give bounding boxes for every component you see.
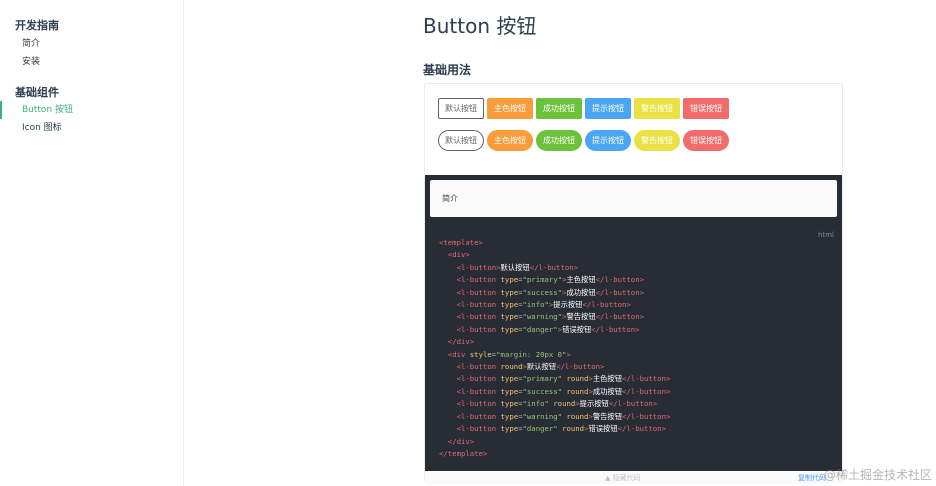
sidebar: 开发指南 简介 安装 基础组件 Button 按钮 Icon 图标 xyxy=(0,0,184,486)
info-round-button[interactable]: 提示按钮 xyxy=(585,130,631,151)
watermark: @稀土掘金技术社区 xyxy=(823,468,932,482)
code-block: 简介 html <template> <div> <l-button>默认按钮<… xyxy=(425,175,842,471)
sidebar-item-install[interactable]: 安装 xyxy=(0,53,183,71)
success-round-button[interactable]: 成功按钮 xyxy=(536,130,582,151)
intro-box: 简介 xyxy=(430,180,837,217)
code-lang-label: html xyxy=(818,231,834,239)
button-row-round: 默认按钮 主色按钮 成功按钮 提示按钮 警告按钮 错误按钮 xyxy=(438,130,729,151)
danger-round-button[interactable]: 错误按钮 xyxy=(683,130,729,151)
copy-code-button[interactable]: 复制代码 xyxy=(798,473,826,483)
default-round-button[interactable]: 默认按钮 xyxy=(438,130,484,151)
sidebar-item-icon[interactable]: Icon 图标 xyxy=(0,119,183,137)
success-button[interactable]: 成功按钮 xyxy=(536,98,582,119)
hide-code-button[interactable]: ▲ 隐藏代码 xyxy=(605,473,641,483)
warning-round-button[interactable]: 警告按钮 xyxy=(634,130,680,151)
page-title: Button 按钮 xyxy=(423,14,537,38)
demo-block: 默认按钮 主色按钮 成功按钮 提示按钮 警告按钮 错误按钮 默认按钮 主色按钮 … xyxy=(424,83,843,484)
danger-button[interactable]: 错误按钮 xyxy=(683,98,729,119)
section-title: 基础用法 xyxy=(423,63,472,77)
info-button[interactable]: 提示按钮 xyxy=(585,98,631,119)
nav-group-basic-components: 基础组件 xyxy=(15,86,59,99)
warning-button[interactable]: 警告按钮 xyxy=(634,98,680,119)
code-snippet: <template> <div> <l-button>默认按钮</l-butto… xyxy=(439,238,671,458)
primary-button[interactable]: 主色按钮 xyxy=(487,98,533,119)
sidebar-item-intro[interactable]: 简介 xyxy=(0,35,183,53)
button-row-plain: 默认按钮 主色按钮 成功按钮 提示按钮 警告按钮 错误按钮 xyxy=(438,98,729,119)
nav-group-dev-guide: 开发指南 xyxy=(15,19,59,32)
primary-round-button[interactable]: 主色按钮 xyxy=(487,130,533,151)
demo-footer: ▲ 隐藏代码 复制代码 xyxy=(425,472,842,484)
default-button[interactable]: 默认按钮 xyxy=(438,98,484,119)
sidebar-item-button[interactable]: Button 按钮 xyxy=(0,101,183,119)
